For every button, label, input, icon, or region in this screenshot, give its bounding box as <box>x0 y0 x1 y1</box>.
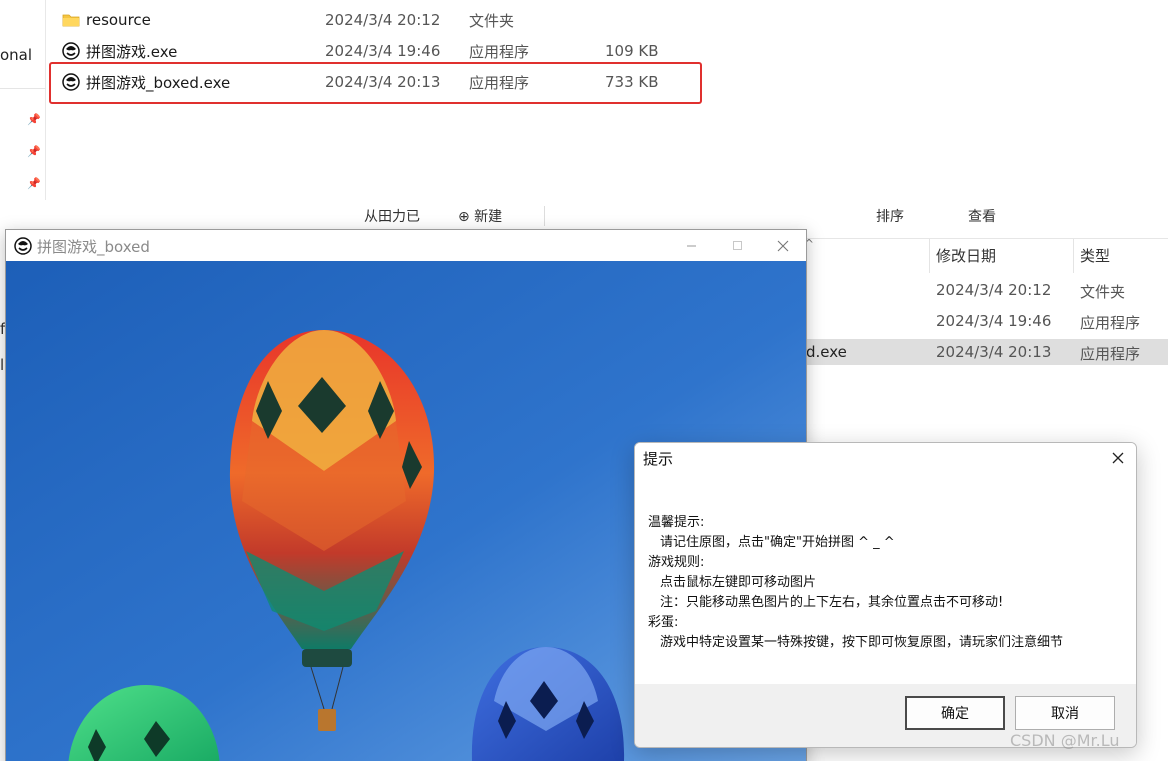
explorer-toolbar-fragment: 从田力已 ⊕ 新建 排序 查看 <box>196 200 1168 228</box>
maximize-icon <box>732 241 742 250</box>
column-separator <box>929 239 930 273</box>
column-header-modified[interactable]: 修改日期 <box>936 245 996 266</box>
close-icon <box>1112 452 1124 464</box>
file-name: 拼图游戏.exe <box>86 42 178 61</box>
dialog-title-bar[interactable]: 提示 <box>635 443 1136 473</box>
toolbar-fragment[interactable]: 从田力已 <box>364 206 420 226</box>
app-icon <box>14 237 32 255</box>
file-type: 文件夹 <box>1080 283 1126 301</box>
file-date: 2024/3/4 19:46 <box>325 42 441 60</box>
file-name: d.exe <box>806 343 847 361</box>
file-type: 应用程序 <box>469 42 530 61</box>
cancel-button[interactable]: 取消 <box>1015 696 1115 730</box>
annotation-highlight-box <box>49 62 702 104</box>
file-type: 应用程序 <box>1080 314 1141 332</box>
nav-item-text[interactable]: onal <box>0 46 32 64</box>
file-explorer-background: onal 📌 📌 📌 resource 2024/3/4 20:12 文件夹 拼… <box>0 0 1168 215</box>
message-line: 游戏规则: <box>648 555 705 570</box>
close-button[interactable] <box>760 230 806 261</box>
close-icon <box>777 240 789 251</box>
new-button[interactable]: ⊕ 新建 <box>458 206 502 226</box>
window-title-bar[interactable]: 拼图游戏_boxed <box>6 230 806 261</box>
file-date: 2024/3/4 20:12 <box>936 281 1052 299</box>
minimize-icon <box>686 245 696 247</box>
message-line: 注：只能移动黑色图片的上下左右，其余位置点击不可移动! <box>660 595 1004 610</box>
file-date: 2024/3/4 19:46 <box>936 312 1052 330</box>
message-dialog[interactable]: 提示 温馨提示: 请记住原图，点击"确定"开始拼图 ^ _ ^ 游戏规则: 点击… <box>634 442 1137 748</box>
message-line: 点击鼠标左键即可移动图片 <box>660 575 817 590</box>
file-type: 文件夹 <box>469 11 515 30</box>
folder-icon <box>62 11 80 29</box>
column-separator <box>1073 239 1074 273</box>
watermark: CSDN @Mr.Lu <box>1010 731 1120 750</box>
file-explorer-foreground-fragment: ^ 修改日期 类型 2024/3/4 20:12 文件夹 2024/3/4 19… <box>804 237 1168 438</box>
list-item[interactable]: 2024/3/4 20:12 文件夹 <box>806 277 1168 303</box>
pin-icon[interactable]: 📌 <box>27 177 41 191</box>
ok-button[interactable]: 确定 <box>905 696 1005 730</box>
window-title: 拼图游戏_boxed <box>37 238 150 256</box>
nav-divider <box>0 88 46 89</box>
file-date: 2024/3/4 20:12 <box>325 11 441 29</box>
navigation-pane: onal 📌 📌 📌 <box>0 0 46 200</box>
dialog-message: 温馨提示: 请记住原图，点击"确定"开始拼图 ^ _ ^ 游戏规则: 点击鼠标左… <box>635 473 1136 684</box>
message-line: 彩蛋: <box>648 615 679 630</box>
minimize-button[interactable] <box>668 230 714 261</box>
message-line: 请记住原图，点击"确定"开始拼图 ^ _ ^ <box>660 535 895 550</box>
clipped-text: l <box>0 356 5 374</box>
file-date: 2024/3/4 20:13 <box>936 343 1052 361</box>
app-icon <box>62 42 80 60</box>
view-button[interactable]: 查看 <box>968 206 996 226</box>
list-item[interactable]: 2024/3/4 19:46 应用程序 <box>806 308 1168 334</box>
sort-button[interactable]: 排序 <box>876 206 904 226</box>
pin-icon[interactable]: 📌 <box>27 145 41 159</box>
file-row-exe[interactable]: 拼图游戏.exe 2024/3/4 19:46 应用程序 109 KB <box>62 38 659 64</box>
message-line: 游戏中特定设置某一特殊按键，按下即可恢复原图，请玩家们注意细节 <box>660 635 1064 650</box>
list-item-selected[interactable]: d.exe 2024/3/4 20:13 应用程序 <box>806 339 1168 365</box>
file-size: 109 KB <box>605 42 659 60</box>
column-header-type[interactable]: 类型 <box>1080 245 1110 266</box>
pin-icon[interactable]: 📌 <box>27 113 41 127</box>
dialog-title: 提示 <box>643 450 674 468</box>
message-line: 温馨提示: <box>648 515 705 530</box>
close-button[interactable] <box>1102 445 1134 471</box>
file-row-resource[interactable]: resource 2024/3/4 20:12 文件夹 <box>62 7 514 33</box>
maximize-button[interactable] <box>714 230 760 261</box>
file-type: 应用程序 <box>1080 345 1141 363</box>
file-name: resource <box>86 11 151 29</box>
toolbar-separator <box>544 206 545 226</box>
